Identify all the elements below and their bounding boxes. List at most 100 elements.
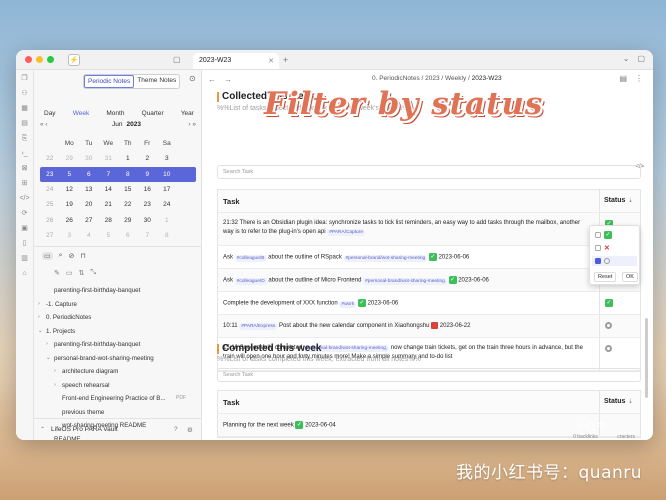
- calendar-day[interactable]: 8: [157, 232, 177, 239]
- ok-button[interactable]: OK: [622, 272, 638, 282]
- calendar-day[interactable]: 1: [157, 217, 177, 224]
- breadcrumb-item[interactable]: Weekly: [445, 75, 466, 82]
- calendar-day[interactable]: 7: [138, 232, 158, 239]
- code-icon[interactable]: </>: [19, 194, 29, 203]
- tree-item[interactable]: ›architecture diagram: [34, 365, 202, 379]
- daily-note-icon[interactable]: ▣: [21, 224, 28, 233]
- calendar-day[interactable]: 24: [157, 201, 177, 208]
- tree-item[interactable]: ›-1. Capture: [34, 298, 202, 312]
- chevron-down-icon[interactable]: ⌄: [623, 54, 630, 63]
- calendar-week-row[interactable]: 22293031123: [40, 151, 196, 166]
- calendar-day[interactable]: 3: [60, 232, 80, 239]
- column-header-task[interactable]: Task: [223, 197, 240, 206]
- calendar-day[interactable]: 20: [79, 201, 99, 208]
- calendar-day[interactable]: 17: [157, 186, 177, 193]
- week-number[interactable]: 26: [40, 217, 60, 224]
- chevron-right-icon[interactable]: ›: [38, 311, 40, 325]
- archive-icon[interactable]: ▥: [21, 254, 28, 263]
- filter-icon[interactable]: ⇣: [628, 197, 633, 204]
- calendar-day[interactable]: 19: [60, 201, 80, 208]
- folder-icon[interactable]: ▭: [42, 252, 53, 260]
- period-year[interactable]: Year: [181, 110, 194, 117]
- vault-switcher[interactable]: ⌃ LifeOS Pro PARA Vault ? ⚙: [34, 418, 202, 440]
- calendar-day[interactable]: 5: [99, 232, 119, 239]
- calendar-day[interactable]: 1: [118, 155, 138, 162]
- search-icon[interactable]: ⌕: [59, 252, 63, 260]
- maximize-window-button[interactable]: [47, 56, 54, 63]
- tree-item[interactable]: parenting-first-birthday-banquet: [34, 284, 202, 298]
- calendar-week-row[interactable]: 2626272829301: [40, 212, 196, 227]
- calendar-day[interactable]: 6: [118, 232, 138, 239]
- breadcrumb-item[interactable]: 2023: [425, 75, 439, 82]
- tag[interactable]: #PARA/Express: [239, 323, 277, 330]
- calendar-day[interactable]: 26: [60, 217, 80, 224]
- week-number[interactable]: 22: [40, 155, 60, 162]
- search-input[interactable]: Search Task: [217, 368, 641, 382]
- calendar-day[interactable]: 29: [118, 217, 138, 224]
- forward-arrow-icon[interactable]: →: [224, 75, 232, 84]
- column-header-task[interactable]: Task: [223, 398, 240, 407]
- week-number[interactable]: 27: [40, 232, 60, 239]
- calendar-week-row[interactable]: 27345678: [40, 228, 196, 243]
- calendar-day[interactable]: 3: [157, 155, 177, 162]
- calendar-day[interactable]: 13: [79, 186, 99, 193]
- terminal-icon[interactable]: ›_: [21, 149, 27, 158]
- calendar-icon[interactable]: ▤: [21, 119, 28, 128]
- tab-2023-w23[interactable]: 2023-W23 ✕: [193, 53, 279, 69]
- chevron-down-icon[interactable]: ⌄: [46, 352, 51, 366]
- chevron-right-icon[interactable]: ›: [54, 365, 56, 379]
- tree-item[interactable]: ›parenting-first-birthday-banquet: [34, 338, 202, 352]
- tag[interactable]: #personal-brand/wot-sharing-meeting: [344, 255, 428, 262]
- tree-item[interactable]: ›speech rehearsal: [34, 379, 202, 393]
- tree-item[interactable]: Front-end Engineering Practice of B...PD…: [34, 392, 202, 406]
- calendar-day[interactable]: 4: [79, 232, 99, 239]
- filter-option-done[interactable]: ✓: [595, 230, 612, 240]
- canvas-icon[interactable]: ▦: [21, 104, 28, 113]
- graph-icon[interactable]: ⚇: [21, 89, 27, 98]
- calendar-day[interactable]: 23: [138, 201, 158, 208]
- status-pending[interactable]: [605, 322, 612, 331]
- help-icon[interactable]: ?: [174, 426, 178, 433]
- status-pending[interactable]: [605, 345, 612, 354]
- column-header-status[interactable]: Status: [604, 398, 625, 405]
- calendar-day[interactable]: 14: [99, 186, 119, 193]
- info-icon[interactable]: ⊙: [189, 74, 196, 83]
- column-header-status[interactable]: Status: [604, 197, 625, 204]
- lightning-icon[interactable]: ⚡: [68, 54, 80, 66]
- week-number[interactable]: 23: [40, 171, 60, 178]
- chevron-down-icon[interactable]: ⌄: [38, 325, 43, 339]
- week-number[interactable]: 25: [40, 201, 60, 208]
- filter-option-pending[interactable]: [592, 256, 637, 266]
- new-tab-icon[interactable]: +: [283, 55, 288, 65]
- checkbox[interactable]: [595, 232, 601, 238]
- calendar-day[interactable]: 30: [79, 155, 99, 162]
- home-icon[interactable]: ⌂: [22, 269, 26, 278]
- close-icon[interactable]: ✕: [268, 57, 274, 65]
- minimize-window-button[interactable]: [36, 56, 43, 63]
- filter-option-cancelled[interactable]: ✕: [595, 243, 610, 253]
- collapse-icon[interactable]: ⤡: [90, 269, 96, 277]
- prev-month-button[interactable]: « ‹: [40, 121, 48, 128]
- reset-button[interactable]: Reset: [594, 272, 616, 282]
- status-done[interactable]: ✓: [605, 299, 613, 307]
- gear-icon[interactable]: ⚙: [187, 426, 193, 434]
- back-arrow-icon[interactable]: ←: [208, 75, 216, 84]
- checkbox[interactable]: [595, 245, 601, 251]
- link-icon[interactable]: ⊘: [69, 252, 75, 260]
- document-icon[interactable]: ▯: [23, 239, 27, 248]
- sync-icon[interactable]: ⟳: [22, 209, 28, 218]
- tag[interactable]: #work: [339, 301, 356, 308]
- calendar-day[interactable]: 5: [60, 171, 80, 178]
- breadcrumb-item[interactable]: 0. PeriodicNotes: [372, 75, 420, 82]
- search-input[interactable]: Search Task: [217, 165, 641, 179]
- backlinks-count[interactable]: 0 backlinks: [573, 434, 598, 440]
- calendar-day[interactable]: 28: [99, 217, 119, 224]
- right-sidebar-toggle-icon[interactable]: ▢: [637, 54, 645, 63]
- week-number[interactable]: 24: [40, 186, 60, 193]
- period-month[interactable]: Month: [106, 110, 124, 117]
- calendar-day[interactable]: 29: [60, 155, 80, 162]
- period-week[interactable]: Week: [73, 110, 90, 117]
- more-options-icon[interactable]: ⋮: [635, 74, 643, 83]
- tree-item[interactable]: ⌄1. Projects: [34, 325, 202, 339]
- tree-item[interactable]: ⌄personal-brand-wot-sharing-meeting: [34, 352, 202, 366]
